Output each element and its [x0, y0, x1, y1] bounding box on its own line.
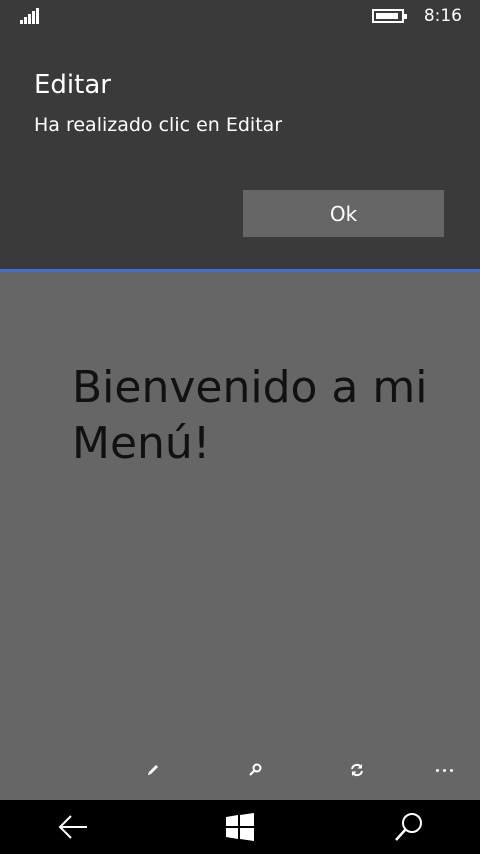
- search-nav-button[interactable]: [381, 806, 437, 848]
- refresh-icon: [351, 763, 363, 777]
- navigation-bar: [0, 800, 480, 854]
- edit-button[interactable]: [133, 750, 173, 790]
- app-bar: [0, 740, 480, 800]
- welcome-heading: Bienvenido a mi Menú!: [72, 362, 428, 469]
- windows-button[interactable]: [212, 806, 268, 848]
- ok-button[interactable]: Ok: [243, 190, 444, 237]
- battery-level: [376, 13, 398, 19]
- windows-icon: [226, 813, 254, 841]
- dialog-title: Editar: [34, 70, 111, 100]
- search-icon: [249, 763, 262, 776]
- signal-icon: [20, 8, 42, 24]
- back-icon: [58, 815, 87, 839]
- dialog-message: Ha realizado clic en Editar: [34, 114, 283, 136]
- message-dialog: Editar Ha realizado clic en Editar Ok: [0, 32, 480, 272]
- more-icon: [435, 768, 439, 772]
- search-button[interactable]: [235, 750, 275, 790]
- search-icon: [395, 813, 422, 841]
- clock: 8:16: [423, 6, 462, 26]
- refresh-button[interactable]: [337, 750, 377, 790]
- edit-icon: [148, 765, 158, 775]
- back-button[interactable]: [45, 806, 101, 848]
- battery-icon: [372, 9, 407, 23]
- status-bar: 8:16: [0, 0, 480, 32]
- more-button[interactable]: [424, 750, 464, 790]
